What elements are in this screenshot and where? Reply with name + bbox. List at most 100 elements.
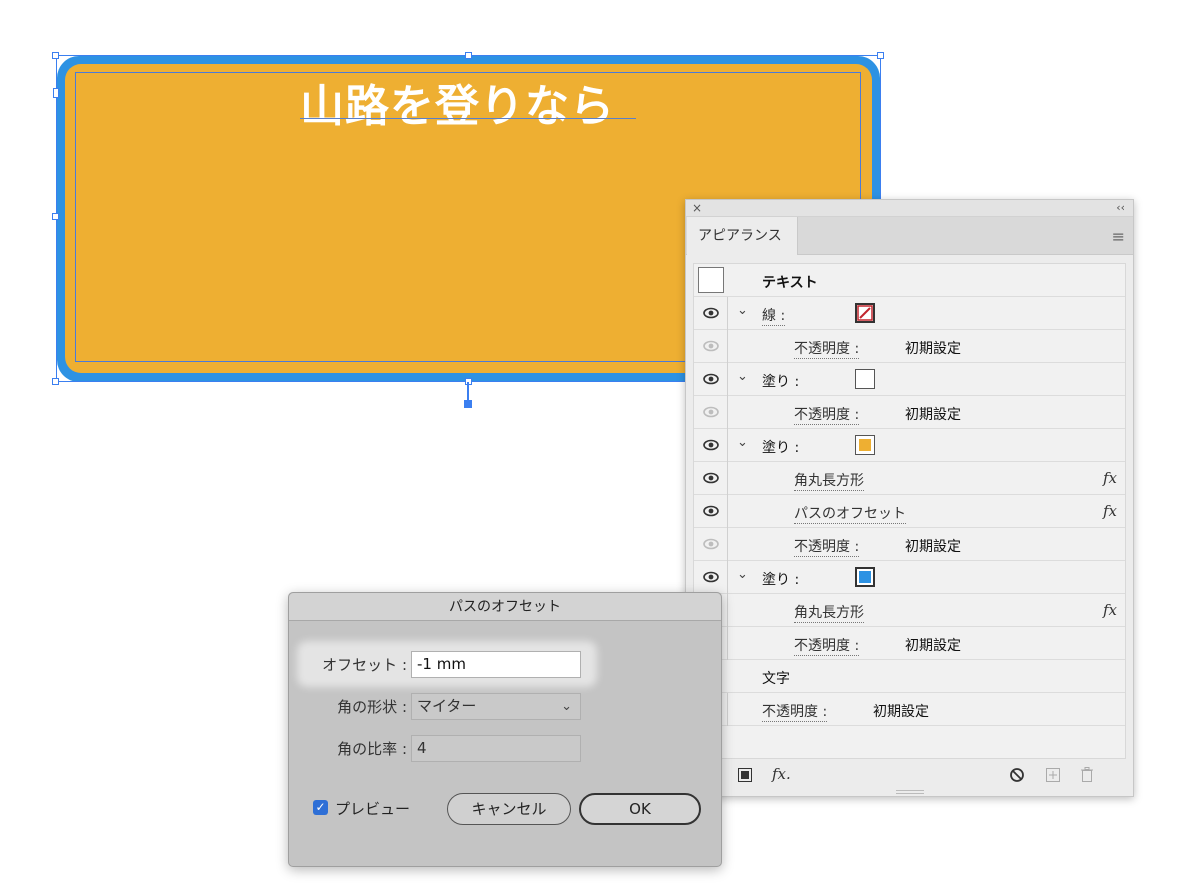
- fill-opacity-row[interactable]: 不透明度 : 初期設定: [694, 528, 1125, 561]
- fill-row-blue[interactable]: ⌄ 塗り :: [694, 561, 1125, 594]
- eye-column-divider: [727, 396, 728, 429]
- eye-icon[interactable]: [703, 471, 719, 485]
- eye-icon-dim[interactable]: [703, 339, 719, 353]
- opacity-label[interactable]: 不透明度 :: [794, 536, 860, 557]
- join-label: 角の形状 :: [337, 698, 407, 716]
- opacity-label[interactable]: 不透明度 :: [794, 635, 860, 656]
- eye-column-divider: [727, 693, 728, 726]
- eye-icon-dim[interactable]: [703, 537, 719, 551]
- opacity-label[interactable]: 不透明度 :: [762, 701, 828, 722]
- eye-icon-dim[interactable]: [703, 405, 719, 419]
- fill-label[interactable]: 塗り :: [762, 437, 799, 457]
- chevron-down-icon[interactable]: ⌄: [737, 435, 748, 450]
- effect-offset-path-row[interactable]: パスのオフセット fx: [694, 495, 1125, 528]
- eye-column-divider: [727, 330, 728, 363]
- preview-label[interactable]: プレビュー: [335, 798, 410, 819]
- fill-label[interactable]: 塗り :: [762, 371, 799, 391]
- close-icon[interactable]: ×: [692, 201, 702, 215]
- miter-limit-input[interactable]: 4: [411, 735, 581, 762]
- rotation-stem: [467, 382, 469, 402]
- panel-footer: fx.: [686, 760, 1133, 790]
- join-select-value: マイター: [417, 697, 477, 715]
- target-label: テキスト: [762, 275, 818, 291]
- fill-row-white[interactable]: ⌄ 塗り :: [694, 363, 1125, 396]
- ok-button[interactable]: OK: [579, 793, 701, 825]
- fill-row-orange[interactable]: ⌄ 塗り :: [694, 429, 1125, 462]
- offset-label: オフセット :: [322, 656, 407, 674]
- chevron-down-icon[interactable]: ⌄: [737, 369, 748, 384]
- stroke-opacity-row[interactable]: 不透明度 : 初期設定: [694, 330, 1125, 363]
- appearance-list: テキスト ⌄ 線 : 不透明度 : 初期設定 ⌄ 塗り: 不透明度: 初期設…: [693, 263, 1126, 759]
- effect-label[interactable]: 角丸長方形: [794, 470, 864, 491]
- effect-rounded-rect-row[interactable]: 角丸長方形 fx: [694, 462, 1125, 495]
- duplicate-item-icon[interactable]: [1046, 765, 1060, 782]
- fx-icon[interactable]: fx: [1103, 502, 1117, 520]
- opacity-value: 初期設定: [873, 704, 929, 720]
- characters-label[interactable]: 文字: [762, 668, 790, 688]
- eye-column-divider: [727, 363, 728, 396]
- offset-path-dialog: パスのオフセット オフセット : -1 mm 角の形状 : マイター ⌄ 角の比…: [288, 592, 722, 867]
- object-opacity-row[interactable]: 不透明度 : 初期設定: [694, 693, 1125, 726]
- eye-column-divider: [727, 594, 728, 627]
- eye-column-divider: [727, 462, 728, 495]
- fill-opacity-row[interactable]: 不透明度 : 初期設定: [694, 396, 1125, 429]
- characters-row[interactable]: 文字: [694, 660, 1125, 693]
- eye-icon[interactable]: [703, 372, 719, 386]
- panel-titlebar[interactable]: × ‹‹: [686, 200, 1133, 217]
- stroke-label[interactable]: 線 :: [762, 305, 786, 326]
- resize-grip-icon[interactable]: [896, 790, 924, 794]
- trash-icon[interactable]: [1080, 765, 1094, 782]
- eye-column-divider: [727, 297, 728, 330]
- fill-swatch-white[interactable]: [855, 369, 875, 389]
- resize-handle-left[interactable]: [52, 213, 59, 220]
- chevron-down-icon[interactable]: ⌄: [737, 303, 748, 318]
- resize-handle-top-left[interactable]: [52, 52, 59, 59]
- add-new-stroke-icon[interactable]: [738, 765, 752, 782]
- eye-icon[interactable]: [703, 570, 719, 584]
- eye-column-divider: [727, 429, 728, 462]
- panel-menu-icon[interactable]: ≡: [1112, 227, 1125, 246]
- eye-column-divider: [727, 561, 728, 594]
- resize-handle-bottom-left[interactable]: [52, 378, 59, 385]
- eye-icon[interactable]: [703, 306, 719, 320]
- chevron-down-icon[interactable]: ⌄: [737, 567, 748, 582]
- preview-checkbox[interactable]: ✓: [313, 800, 328, 815]
- stroke-row[interactable]: ⌄ 線 :: [694, 297, 1125, 330]
- fx-icon[interactable]: fx: [1103, 601, 1117, 619]
- miter-limit-label: 角の比率 :: [337, 740, 407, 758]
- dialog-title[interactable]: パスのオフセット: [289, 593, 721, 621]
- fill-opacity-row[interactable]: 不透明度 : 初期設定: [694, 627, 1125, 660]
- text-in-port[interactable]: [53, 88, 59, 98]
- effect-label[interactable]: 角丸長方形: [794, 602, 864, 623]
- clear-appearance-icon[interactable]: [1010, 765, 1024, 782]
- fx-icon[interactable]: fx: [1103, 469, 1117, 487]
- resize-handle-top[interactable]: [465, 52, 472, 59]
- opacity-value: 初期設定: [905, 407, 961, 423]
- rotation-handle[interactable]: [464, 400, 472, 408]
- target-thumbnail: [698, 267, 724, 293]
- opacity-label[interactable]: 不透明度 :: [794, 404, 860, 425]
- effect-rounded-rect-row[interactable]: 角丸長方形 fx: [694, 594, 1125, 627]
- appearance-target-row[interactable]: テキスト: [694, 264, 1125, 297]
- add-new-effect-icon[interactable]: fx.: [772, 765, 791, 783]
- cancel-button[interactable]: キャンセル: [447, 793, 571, 825]
- eye-column-divider: [727, 528, 728, 561]
- fill-swatch-orange[interactable]: [855, 435, 875, 455]
- effect-label[interactable]: パスのオフセット: [794, 503, 906, 524]
- collapse-icon[interactable]: ‹‹: [1116, 201, 1125, 214]
- offset-input[interactable]: -1 mm: [411, 651, 581, 678]
- resize-handle-top-right[interactable]: [877, 52, 884, 59]
- tab-appearance[interactable]: アピアランス: [687, 217, 798, 255]
- eye-icon[interactable]: [703, 504, 719, 518]
- eye-icon[interactable]: [703, 438, 719, 452]
- opacity-label[interactable]: 不透明度 :: [794, 338, 860, 359]
- opacity-value: 初期設定: [905, 539, 961, 555]
- fill-label[interactable]: 塗り :: [762, 569, 799, 589]
- artboard: 山路を登りなら × ‹‹ アピアランス ≡ テキスト ⌄ 線: 不透明度: …: [0, 0, 1200, 883]
- eye-column-divider: [727, 495, 728, 528]
- panel-tabbar: アピアランス ≡: [686, 217, 1133, 255]
- join-select[interactable]: マイター ⌄: [411, 693, 581, 720]
- stroke-swatch[interactable]: [855, 303, 875, 323]
- fill-swatch-blue[interactable]: [855, 567, 875, 587]
- appearance-panel: × ‹‹ アピアランス ≡ テキスト ⌄ 線 : 不透明度: 初期設定 ⌄ 塗…: [685, 199, 1134, 797]
